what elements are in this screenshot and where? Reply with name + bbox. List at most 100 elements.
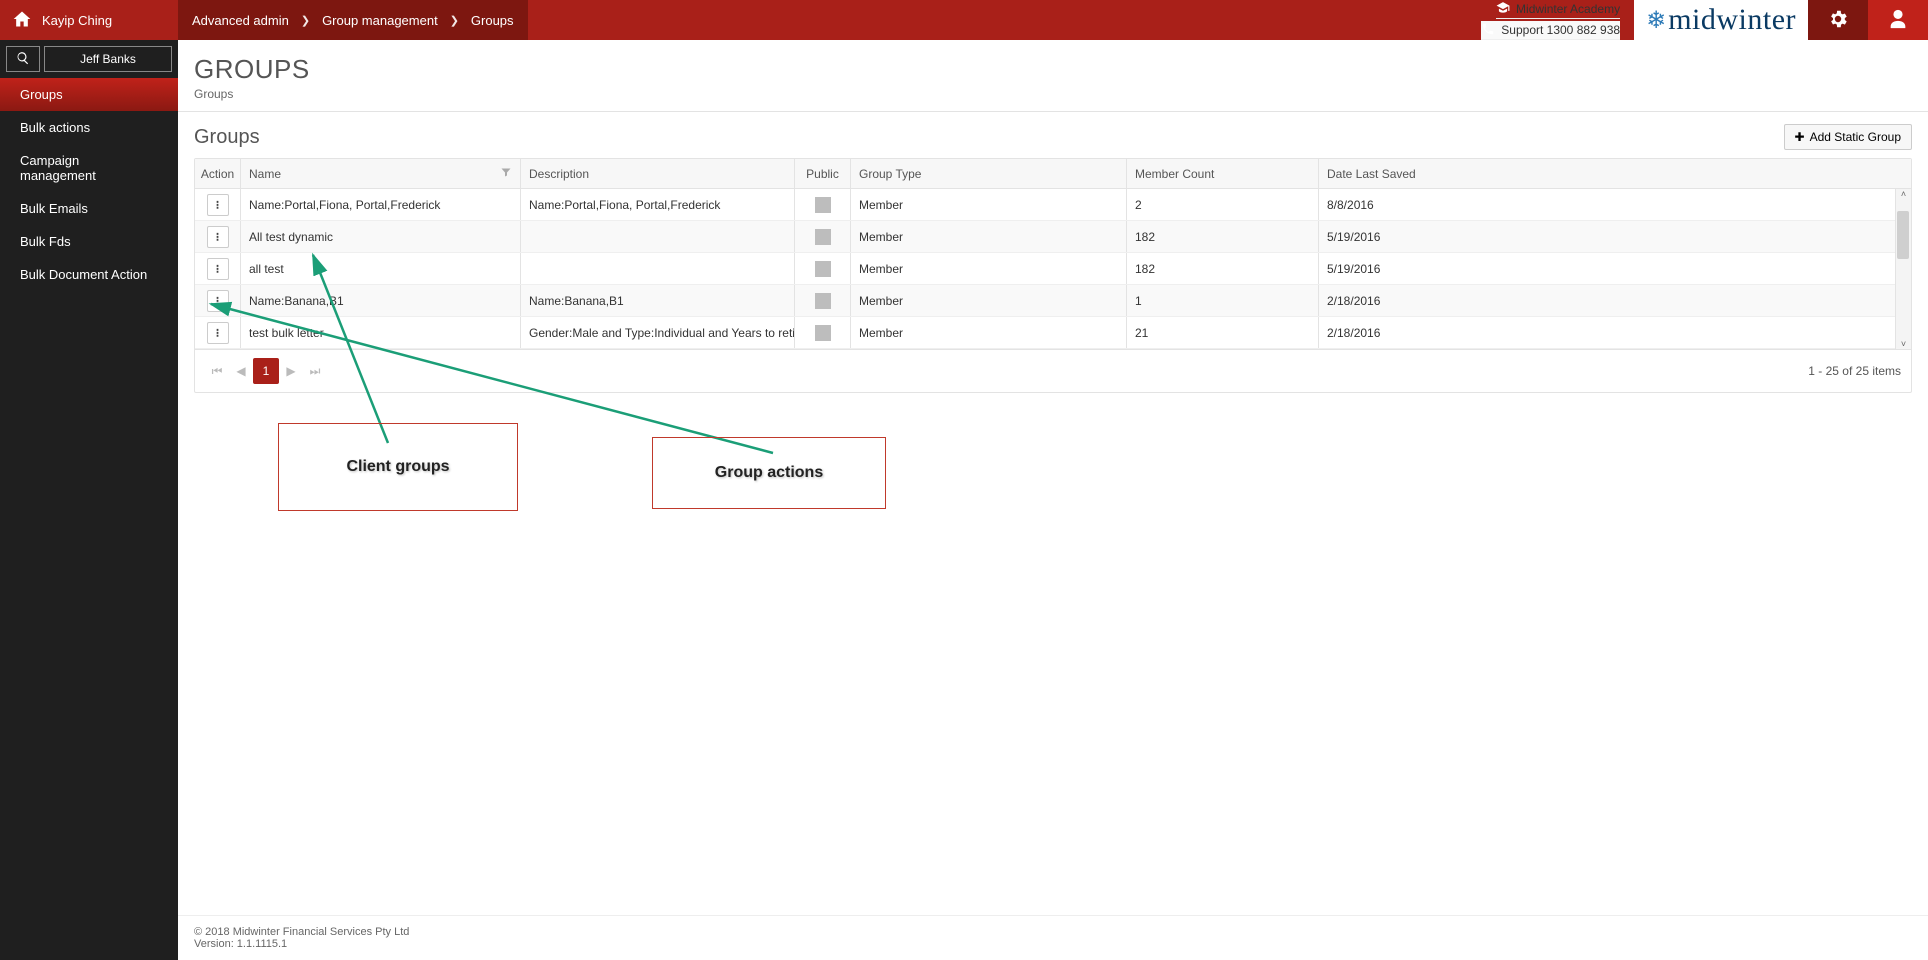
chevron-down-icon[interactable]: ˅ [1901,339,1906,349]
cell-member-count: 182 [1127,221,1319,252]
cell-name: Name:Portal,Fiona, Portal,Frederick [241,189,521,220]
page-subtitle: Groups [194,87,1912,101]
cell-group-type: Member [851,189,1127,220]
cell-member-count: 182 [1127,253,1319,284]
search-button[interactable] [6,46,40,72]
footer-copyright: © 2018 Midwinter Financial Services Pty … [194,926,1912,938]
col-group-type[interactable]: Group Type [851,159,1127,188]
cell-description: Name:Banana,B1 [521,285,795,316]
breadcrumb-item[interactable]: Advanced admin [192,13,289,28]
public-checkbox[interactable] [815,229,831,245]
sidebar-item-bulk-document-action[interactable]: Bulk Document Action [0,258,178,291]
col-date-last-saved[interactable]: Date Last Saved [1319,159,1911,188]
col-public[interactable]: Public [795,159,851,188]
sidebar-item-groups[interactable]: Groups [0,78,178,111]
row-action-button[interactable]: ⁝ [207,258,229,280]
cell-group-type: Member [851,285,1127,316]
client-selector[interactable]: Jeff Banks [44,46,172,72]
col-name[interactable]: Name [241,159,521,188]
sidebar-nav: Groups Bulk actions Campaign management … [0,78,178,291]
add-button-label: Add Static Group [1810,130,1901,144]
pager-next[interactable]: ▶ [279,359,303,383]
support-phone[interactable]: Support 1300 882 938 [1501,23,1620,37]
chevron-up-icon[interactable]: ˄ [1901,189,1906,199]
user-icon [1887,8,1909,33]
topbar: Kayip Ching Advanced admin ❯ Group manag… [0,0,1928,40]
brand-logo[interactable]: ❄ midwinter [1634,0,1808,40]
cell-name: Name:Banana,B1 [241,285,521,316]
annotation-label: Client groups [346,458,449,476]
public-checkbox[interactable] [815,261,831,277]
cell-name: all test [241,253,521,284]
top-user-name: Kayip Ching [42,13,112,28]
table-scrollbar[interactable]: ˄ ˅ [1895,189,1911,349]
sidebar-item-bulk-emails[interactable]: Bulk Emails [0,192,178,225]
support-block: Midwinter Academy Support 1300 882 938 [1467,0,1634,40]
pager-last[interactable]: ⏭ [303,359,327,383]
cell-member-count: 1 [1127,285,1319,316]
brand-text: midwinter [1668,3,1796,37]
filter-icon[interactable] [500,166,512,181]
public-checkbox[interactable] [815,325,831,341]
table-row[interactable]: ⁝ all test Member 182 5/19/2016 [195,253,1911,285]
cell-date: 5/19/2016 [1319,253,1911,284]
pager-first[interactable]: ⏮ [205,359,229,383]
content: GROUPS Groups Groups ✚ Add Static Group … [178,40,1928,960]
table-row[interactable]: ⁝ Name:Portal,Fiona, Portal,Frederick Na… [195,189,1911,221]
search-icon [16,51,30,68]
row-action-button[interactable]: ⁝ [207,322,229,344]
snowflake-icon: ❄ [1646,6,1666,35]
cell-member-count: 2 [1127,189,1319,220]
cell-group-type: Member [851,253,1127,284]
annotation-group-actions: Group actions [652,437,886,509]
pager-info: 1 - 25 of 25 items [1808,364,1901,378]
table-header: Action Name Description Public Group Typ… [195,159,1911,189]
annotation-label: Group actions [715,464,823,482]
table-row[interactable]: ⁝ test bulk letter Gender:Male and Type:… [195,317,1911,349]
sidebar-item-bulk-fds[interactable]: Bulk Fds [0,225,178,258]
cell-member-count: 21 [1127,317,1319,348]
section-title: Groups [194,126,260,149]
row-action-button[interactable]: ⁝ [207,194,229,216]
profile-button[interactable] [1868,0,1928,40]
sidebar-item-bulk-actions[interactable]: Bulk actions [0,111,178,144]
sidebar: Jeff Banks Groups Bulk actions Campaign … [0,40,178,960]
chevron-right-icon: ❯ [450,14,459,27]
col-action[interactable]: Action [195,159,241,188]
row-action-button[interactable]: ⁝ [207,290,229,312]
page-title: GROUPS [194,54,1912,85]
graduation-cap-icon [1496,1,1510,18]
public-checkbox[interactable] [815,293,831,309]
cell-name: test bulk letter [241,317,521,348]
cell-description: Gender:Male and Type:Individual and Year… [521,317,795,348]
chevron-right-icon: ❯ [301,14,310,27]
breadcrumb-item[interactable]: Groups [471,13,514,28]
col-description[interactable]: Description [521,159,795,188]
add-static-group-button[interactable]: ✚ Add Static Group [1784,124,1912,150]
pager-prev[interactable]: ◀ [229,359,253,383]
cell-description: Name:Portal,Fiona, Portal,Frederick [521,189,795,220]
sidebar-item-campaign-management[interactable]: Campaign management [0,144,178,192]
col-name-label: Name [249,167,281,181]
cell-date: 5/19/2016 [1319,221,1911,252]
academy-link[interactable]: Midwinter Academy [1516,2,1620,16]
col-member-count[interactable]: Member Count [1127,159,1319,188]
annotation-client-groups: Client groups [278,423,518,511]
cell-group-type: Member [851,221,1127,252]
home-icon[interactable] [12,9,32,32]
public-checkbox[interactable] [815,197,831,213]
cell-name: All test dynamic [241,221,521,252]
phone-icon [1481,22,1495,39]
gear-icon [1827,8,1849,33]
pager-current[interactable]: 1 [253,358,279,384]
table-row[interactable]: ⁝ Name:Banana,B1 Name:Banana,B1 Member 1… [195,285,1911,317]
cell-description [521,253,795,284]
row-action-button[interactable]: ⁝ [207,226,229,248]
breadcrumbs: Advanced admin ❯ Group management ❯ Grou… [178,0,528,40]
groups-table: Action Name Description Public Group Typ… [194,158,1912,393]
breadcrumb-item[interactable]: Group management [322,13,438,28]
table-row[interactable]: ⁝ All test dynamic Member 182 5/19/2016 [195,221,1911,253]
scroll-thumb[interactable] [1897,211,1909,259]
cell-group-type: Member [851,317,1127,348]
settings-button[interactable] [1808,0,1868,40]
